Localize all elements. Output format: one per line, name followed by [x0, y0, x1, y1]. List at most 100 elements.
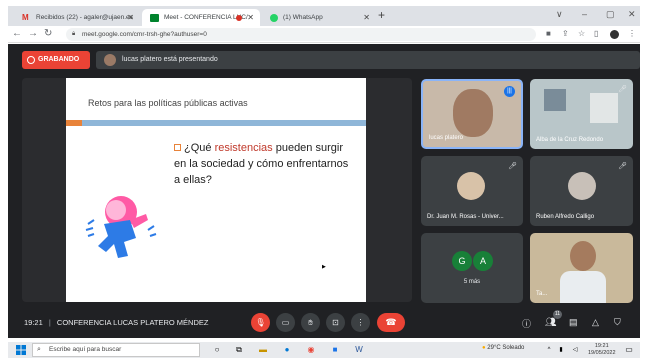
reload-icon[interactable]: ↻ [44, 28, 52, 39]
leave-call-button[interactable]: ☎︎ [377, 313, 405, 332]
volume-icon[interactable]: ◁ [570, 345, 580, 355]
profile-avatar[interactable] [610, 30, 619, 39]
participant-name: Ta... [536, 291, 548, 297]
meeting-time: 19:21 [24, 318, 43, 327]
windows-taskbar: ⌕ Escribe aquí para buscar ○ ⧉ ▬ ● ◉ ■ W… [8, 342, 640, 358]
word-icon[interactable]: W [354, 345, 364, 355]
participant-video-background [590, 93, 618, 123]
notifications-icon[interactable]: ▭ [624, 345, 634, 355]
app-icon[interactable]: ■ [330, 345, 340, 355]
chat-icon[interactable]: ▤ [569, 317, 578, 328]
close-icon[interactable]: ✕ [247, 13, 254, 22]
menu-icon[interactable]: ⋮ [628, 29, 636, 38]
url-field[interactable]: 🔒︎ meet.google.com/cmr-trsh-ghe?authuser… [66, 28, 536, 41]
presentation-slide: Retos para las políticas públicas activa… [66, 78, 366, 302]
share-icon[interactable]: ⇪ [562, 29, 569, 38]
slide-question: ¿Qué resistencias pueden surgir en la so… [174, 140, 354, 188]
clock-date: 19/05/2022 [588, 350, 616, 356]
more-participants-tile[interactable]: G A 5 más [421, 233, 523, 303]
participant-tile[interactable]: 🎤︎ Dr. Juan M. Rosas - Univer... [421, 156, 523, 226]
network-icon[interactable]: ▮ [556, 345, 566, 355]
participant-count-badge: 11 [553, 310, 562, 319]
tab-gmail-label: Recibidos (22) - agaler@ujaen.es [36, 14, 133, 21]
slide-divider-bar [82, 120, 366, 126]
edge-icon[interactable]: ● [282, 345, 292, 355]
bullet-icon [174, 144, 181, 151]
tab-gmail[interactable]: M Recibidos (22) - agaler@ujaen.es ✕ [14, 9, 140, 26]
bookmark-star-icon[interactable]: ☆ [578, 29, 585, 38]
participant-name: Ruben Alfredo Calligo [536, 214, 595, 220]
people-icon[interactable]: 👥︎ [545, 317, 556, 328]
activities-icon[interactable]: △ [592, 317, 599, 328]
new-tab-button[interactable]: + [378, 8, 385, 22]
taskbar-search-placeholder: Escribe aquí para buscar [49, 346, 122, 353]
task-view-icon[interactable]: ⧉ [234, 345, 244, 355]
participant-name: Dr. Juan M. Rosas - Univer... [427, 214, 504, 220]
more-options-button[interactable]: ⋮ [351, 313, 370, 332]
participant-video [453, 89, 493, 137]
participant-avatar [568, 172, 596, 200]
question-highlight: resistencias [214, 142, 273, 154]
divider: | [48, 318, 51, 327]
recording-label: GRABANDO [38, 56, 80, 63]
forward-icon[interactable]: → [28, 28, 38, 39]
host-controls-icon[interactable]: ⛉ [614, 317, 621, 328]
browser-tab-strip: M Recibidos (22) - agaler@ujaen.es ✕ Mee… [8, 6, 640, 26]
tray-chevron-icon[interactable]: ^ [544, 345, 554, 355]
address-bar-row: ← → ↻ 🔒︎ meet.google.com/cmr-trsh-ghe?au… [8, 26, 640, 43]
participant-tile[interactable]: 🎤︎ Alba de la Cruz Redondo [530, 79, 633, 149]
presenter-avatar [104, 54, 116, 66]
recording-dot-icon [236, 14, 242, 21]
close-window-button[interactable]: ✕ [628, 9, 636, 20]
mouse-cursor-icon: ▶ [322, 264, 326, 270]
raise-hand-button[interactable]: ✋︎ [301, 313, 320, 332]
meeting-details-icon[interactable]: ⓘ [522, 317, 531, 330]
windows-start-icon[interactable] [16, 345, 26, 355]
gmail-icon: M [22, 12, 29, 22]
mic-toggle-button[interactable]: 🎙︎ [251, 313, 270, 332]
meet-top-bar: GRABANDO lucas platero está presentando [8, 44, 640, 72]
participant-tile[interactable]: Ta... [530, 233, 633, 303]
recording-badge[interactable]: GRABANDO [22, 51, 90, 69]
slide-title: Retos para las políticas públicas activa… [88, 98, 248, 108]
camera-indicator-icon[interactable]: ■ [546, 29, 551, 38]
camera-toggle-button[interactable]: ▭ [276, 313, 295, 332]
tab-meet[interactable]: Meet - CONFERENCIA LUC/ ✕ [142, 9, 260, 26]
participant-avatar [457, 172, 485, 200]
cortana-icon[interactable]: ○ [212, 345, 222, 355]
sun-icon: ● [482, 345, 486, 351]
more-participants-label: 5 más [463, 279, 481, 285]
weather-widget[interactable]: ● 29°C Soleado [482, 345, 524, 351]
clock-time: 19:21 [594, 343, 609, 349]
minimize-button[interactable]: – [582, 9, 587, 19]
close-icon[interactable]: ✕ [363, 13, 370, 22]
close-icon[interactable]: ✕ [127, 13, 134, 22]
meet-window: GRABANDO lucas platero está presentando … [8, 44, 640, 338]
back-icon[interactable]: ← [12, 28, 22, 39]
tab-whatsapp-label: (1) WhatsApp [283, 14, 323, 21]
side-panel-icon[interactable]: ▯ [594, 29, 598, 38]
present-button[interactable]: ⊡ [326, 313, 345, 332]
taskbar-search[interactable]: ⌕ Escribe aquí para buscar [32, 343, 200, 357]
participant-video [544, 89, 566, 111]
meeting-title: CONFERENCIA LUCAS PLATERO MÉNDEZ [56, 318, 209, 327]
search-icon: ⌕ [37, 346, 41, 353]
participant-tile[interactable]: 🎤︎ Ruben Alfredo Calligo [530, 156, 633, 226]
tab-search-icon[interactable]: ∨ [556, 9, 563, 20]
participant-video [570, 241, 596, 271]
participant-initial: A [473, 251, 493, 271]
chrome-icon[interactable]: ◉ [306, 345, 316, 355]
presentation-stage: Retos para las políticas públicas activa… [22, 78, 412, 302]
participant-name: lucas platero [429, 135, 464, 141]
participant-tile[interactable]: ||| lucas platero [421, 79, 523, 149]
taskbar-clock[interactable]: 19:21 19/05/2022 [588, 343, 616, 357]
participant-video-body [560, 271, 606, 303]
file-explorer-icon[interactable]: ▬ [258, 345, 268, 355]
lock-icon: 🔒︎ [72, 31, 76, 37]
presenting-banner: lucas platero está presentando [96, 51, 640, 69]
record-icon [27, 56, 35, 64]
participant-initial: G [452, 251, 472, 271]
meet-control-bar: 19:21 | CONFERENCIA LUCAS PLATERO MÉNDEZ… [8, 306, 640, 338]
tab-whatsapp[interactable]: (1) WhatsApp ✕ [262, 9, 376, 26]
maximize-button[interactable]: ▢ [606, 9, 615, 20]
